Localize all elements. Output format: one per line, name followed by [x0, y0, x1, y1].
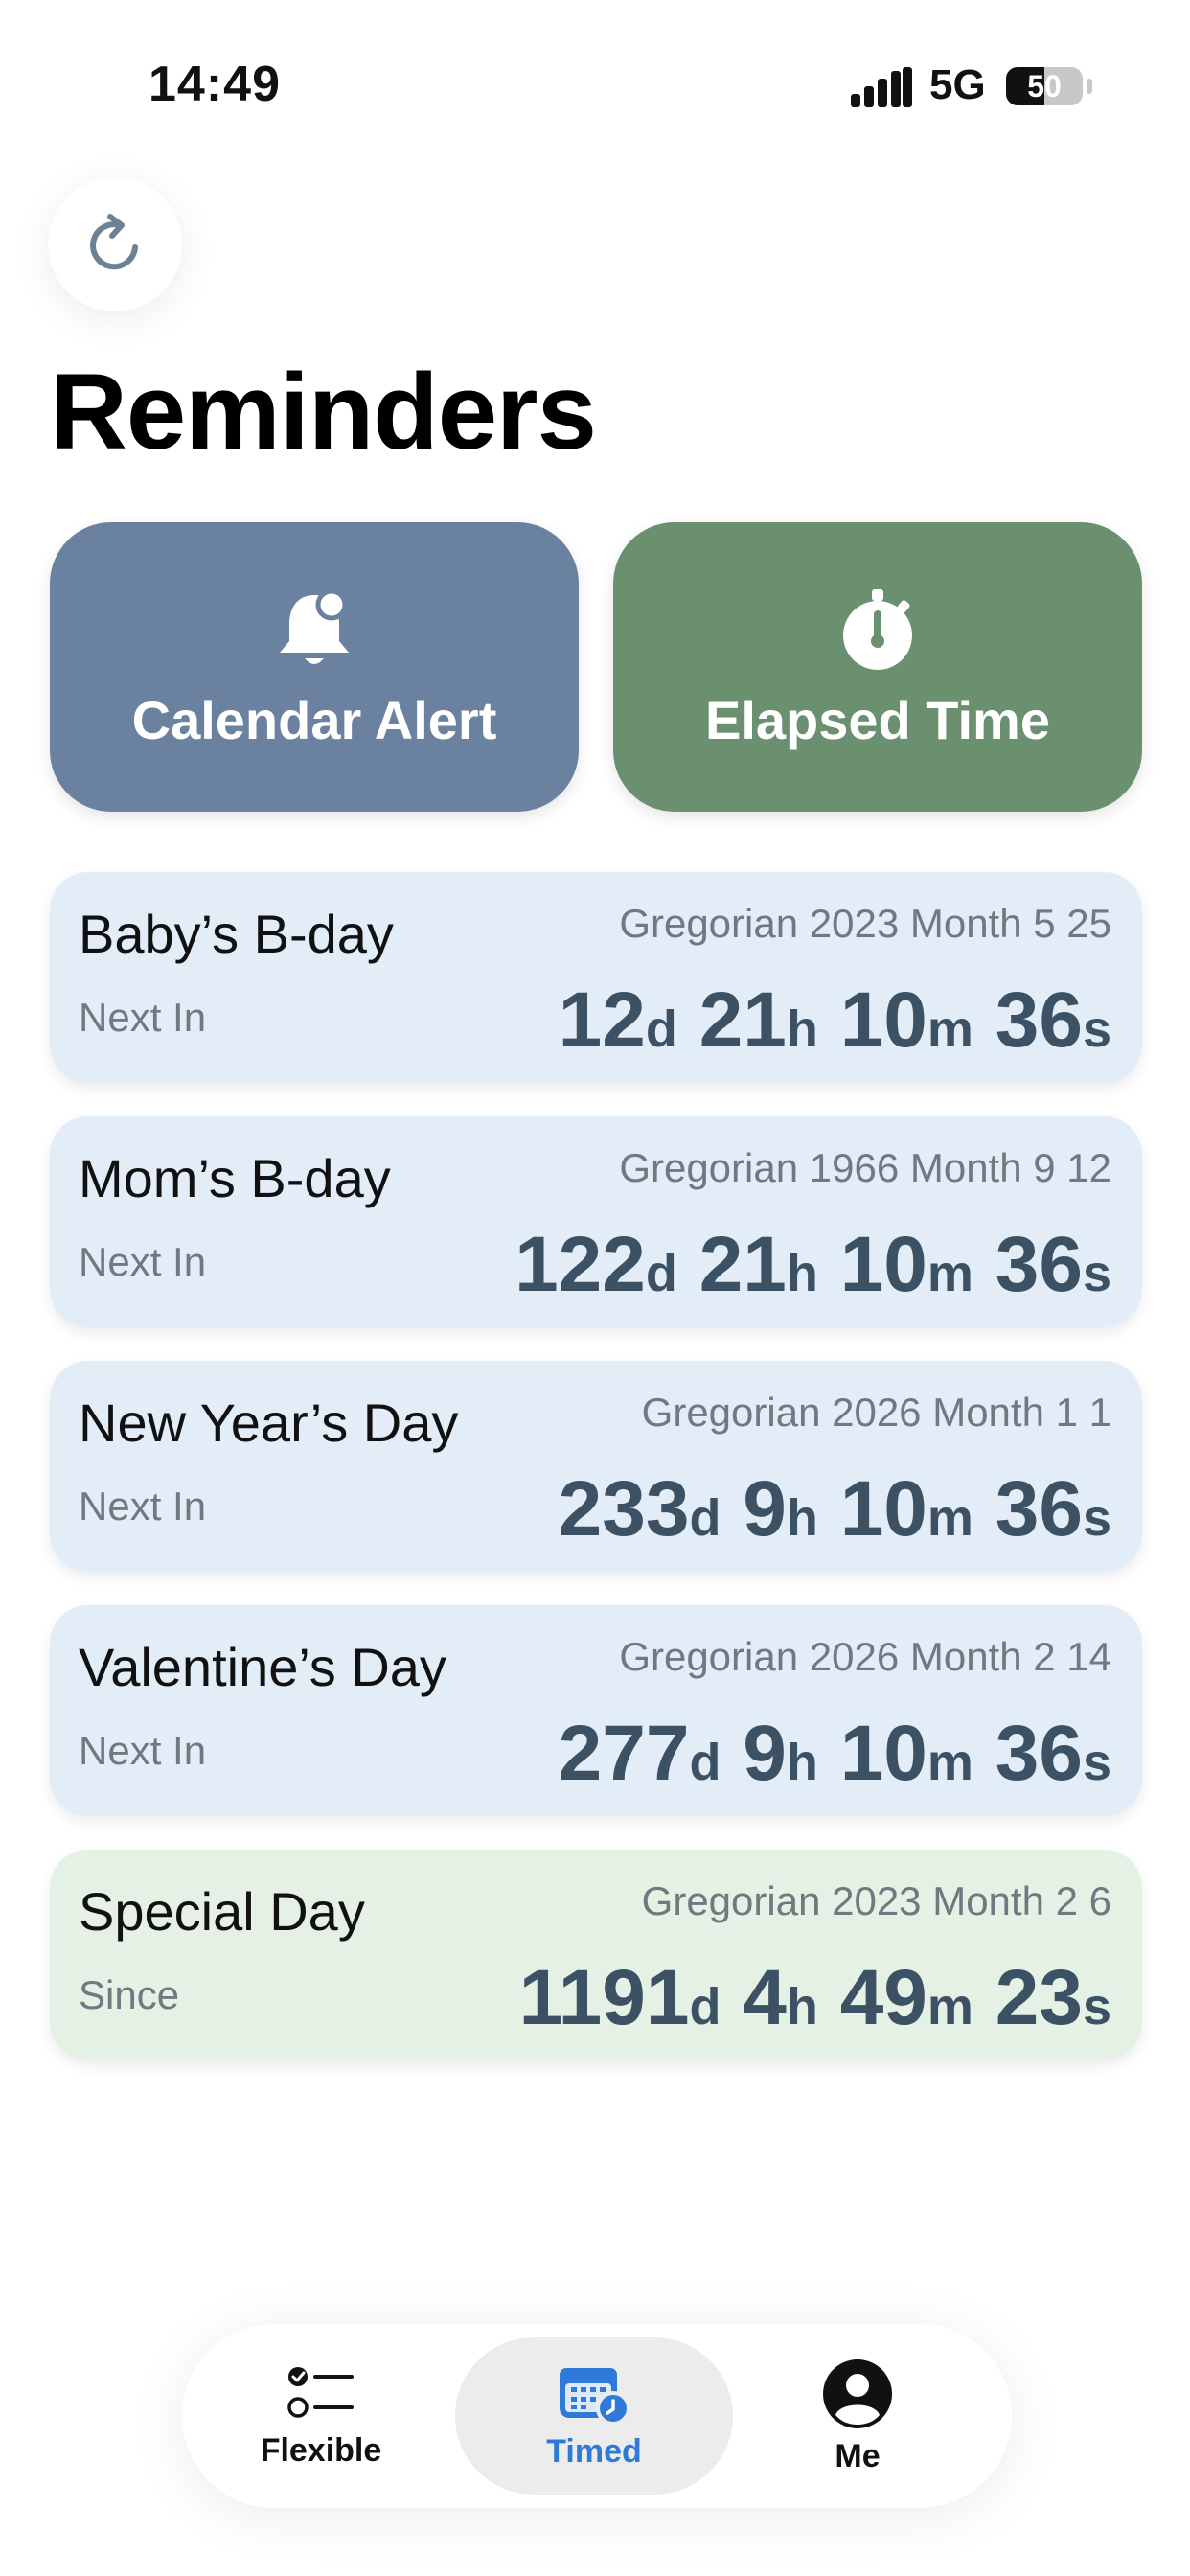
- seconds-unit: s: [1082, 1978, 1111, 2036]
- days-value: 122: [515, 1221, 646, 1308]
- calendar-alert-button[interactable]: Calendar Alert: [50, 522, 579, 812]
- countdown: 12d 21h 10m 36s: [559, 976, 1111, 1066]
- reminder-card[interactable]: Valentine’s Day Gregorian 2026 Month 2 1…: [50, 1605, 1142, 1816]
- reminder-date: Gregorian 1966 Month 9 12: [619, 1145, 1111, 1190]
- days-unit: d: [645, 1245, 677, 1302]
- countdown: 233d 9h 10m 36s: [559, 1464, 1111, 1554]
- tab-bar: Flexible Timed Me: [182, 2324, 1012, 2508]
- reminder-name: Valentine’s Day: [79, 1637, 446, 1697]
- seconds-value: 23: [995, 1954, 1083, 2041]
- reminder-date: Gregorian 2026 Month 2 14: [619, 1634, 1111, 1679]
- countdown: 277d 9h 10m 36s: [559, 1709, 1111, 1799]
- refresh-icon: [90, 214, 138, 270]
- network-type: 5G: [929, 61, 986, 108]
- countdown: 122d 21h 10m 36s: [515, 1220, 1111, 1310]
- refresh-button[interactable]: [48, 177, 182, 311]
- hours-value: 4: [743, 1954, 787, 2041]
- checklist-icon: [287, 2366, 354, 2418]
- tab-timed[interactable]: Timed: [455, 2337, 733, 2495]
- tab-flexible[interactable]: Flexible: [182, 2337, 460, 2495]
- hours-value: 21: [698, 977, 787, 1064]
- bell-icon: [280, 588, 349, 664]
- seconds-unit: s: [1082, 1000, 1111, 1058]
- reminder-card[interactable]: Mom’s B-day Gregorian 1966 Month 9 12 Ne…: [50, 1116, 1142, 1327]
- person-icon: [823, 2358, 892, 2428]
- tab-timed-label: Timed: [546, 2432, 642, 2470]
- reminder-date: Gregorian 2023 Month 2 6: [641, 1878, 1111, 1923]
- reminder-name: New Year’s Day: [79, 1392, 459, 1453]
- days-unit: d: [645, 1000, 677, 1058]
- hours-unit: h: [786, 1245, 818, 1302]
- reminder-name: Mom’s B-day: [79, 1148, 391, 1208]
- reminder-card[interactable]: Special Day Gregorian 2023 Month 2 6 Sin…: [50, 1850, 1142, 2060]
- signal-icon: [851, 67, 912, 107]
- minutes-unit: m: [927, 1978, 973, 2036]
- days-value: 1191: [518, 1954, 690, 2041]
- calendar-alert-label: Calendar Alert: [131, 689, 497, 750]
- calendar-clock-icon: [560, 2367, 630, 2426]
- hours-unit: h: [786, 1000, 818, 1058]
- seconds-value: 36: [995, 977, 1083, 1064]
- battery-percent: 50: [1027, 68, 1062, 104]
- days-value: 277: [558, 1710, 690, 1797]
- minutes-unit: m: [927, 1734, 973, 1791]
- minutes-unit: m: [927, 1000, 973, 1058]
- seconds-unit: s: [1082, 1734, 1111, 1791]
- reminder-date: Gregorian 2023 Month 5 25: [619, 901, 1111, 946]
- tab-me-label: Me: [835, 2437, 881, 2474]
- seconds-unit: s: [1082, 1245, 1111, 1302]
- minutes-value: 10: [839, 977, 927, 1064]
- days-unit: d: [689, 1978, 721, 2036]
- battery-indicator: 50: [1006, 67, 1083, 105]
- reminder-name: Special Day: [79, 1881, 365, 1942]
- reminder-card[interactable]: Baby’s B-day Gregorian 2023 Month 5 25 N…: [50, 872, 1142, 1083]
- minutes-value: 10: [839, 1221, 927, 1308]
- seconds-value: 36: [995, 1221, 1083, 1308]
- days-value: 233: [558, 1465, 690, 1552]
- hours-unit: h: [786, 1489, 818, 1547]
- elapsed-time-label: Elapsed Time: [704, 689, 1050, 750]
- seconds-unit: s: [1082, 1489, 1111, 1547]
- hours-unit: h: [786, 1978, 818, 2036]
- minutes-unit: m: [927, 1245, 973, 1302]
- hours-value: 9: [743, 1710, 787, 1797]
- minutes-value: 10: [839, 1465, 927, 1552]
- days-unit: d: [689, 1734, 721, 1791]
- status-bar: 14:49 5G 50: [0, 0, 1190, 172]
- days-value: 12: [558, 977, 646, 1064]
- hours-value: 9: [743, 1465, 787, 1552]
- reminder-date: Gregorian 2026 Month 1 1: [641, 1390, 1111, 1435]
- reminder-card[interactable]: New Year’s Day Gregorian 2026 Month 1 1 …: [50, 1361, 1142, 1572]
- reminder-status: Next In: [79, 1484, 207, 1529]
- reminder-status: Next In: [79, 995, 207, 1040]
- hours-unit: h: [786, 1734, 818, 1791]
- stopwatch-icon: [843, 588, 912, 670]
- reminder-list: Baby’s B-day Gregorian 2023 Month 5 25 N…: [50, 872, 1142, 2094]
- minutes-value: 49: [839, 1954, 927, 2041]
- tab-flexible-label: Flexible: [260, 2431, 382, 2469]
- minutes-unit: m: [927, 1489, 973, 1547]
- seconds-value: 36: [995, 1465, 1083, 1552]
- reminder-status: Next In: [79, 1239, 207, 1284]
- reminder-status: Next In: [79, 1728, 207, 1773]
- tab-me[interactable]: Me: [719, 2337, 996, 2495]
- seconds-value: 36: [995, 1710, 1083, 1797]
- reminder-name: Baby’s B-day: [79, 904, 394, 964]
- days-unit: d: [689, 1489, 721, 1547]
- hours-value: 21: [698, 1221, 787, 1308]
- minutes-value: 10: [839, 1710, 927, 1797]
- elapsed-time-button[interactable]: Elapsed Time: [613, 522, 1142, 812]
- reminder-status: Since: [79, 1972, 180, 2017]
- elapsed-counter: 1191d 4h 49m 23s: [519, 1953, 1111, 2043]
- status-time: 14:49: [149, 57, 281, 112]
- page-title: Reminders: [50, 352, 597, 472]
- battery-tip: [1087, 79, 1092, 94]
